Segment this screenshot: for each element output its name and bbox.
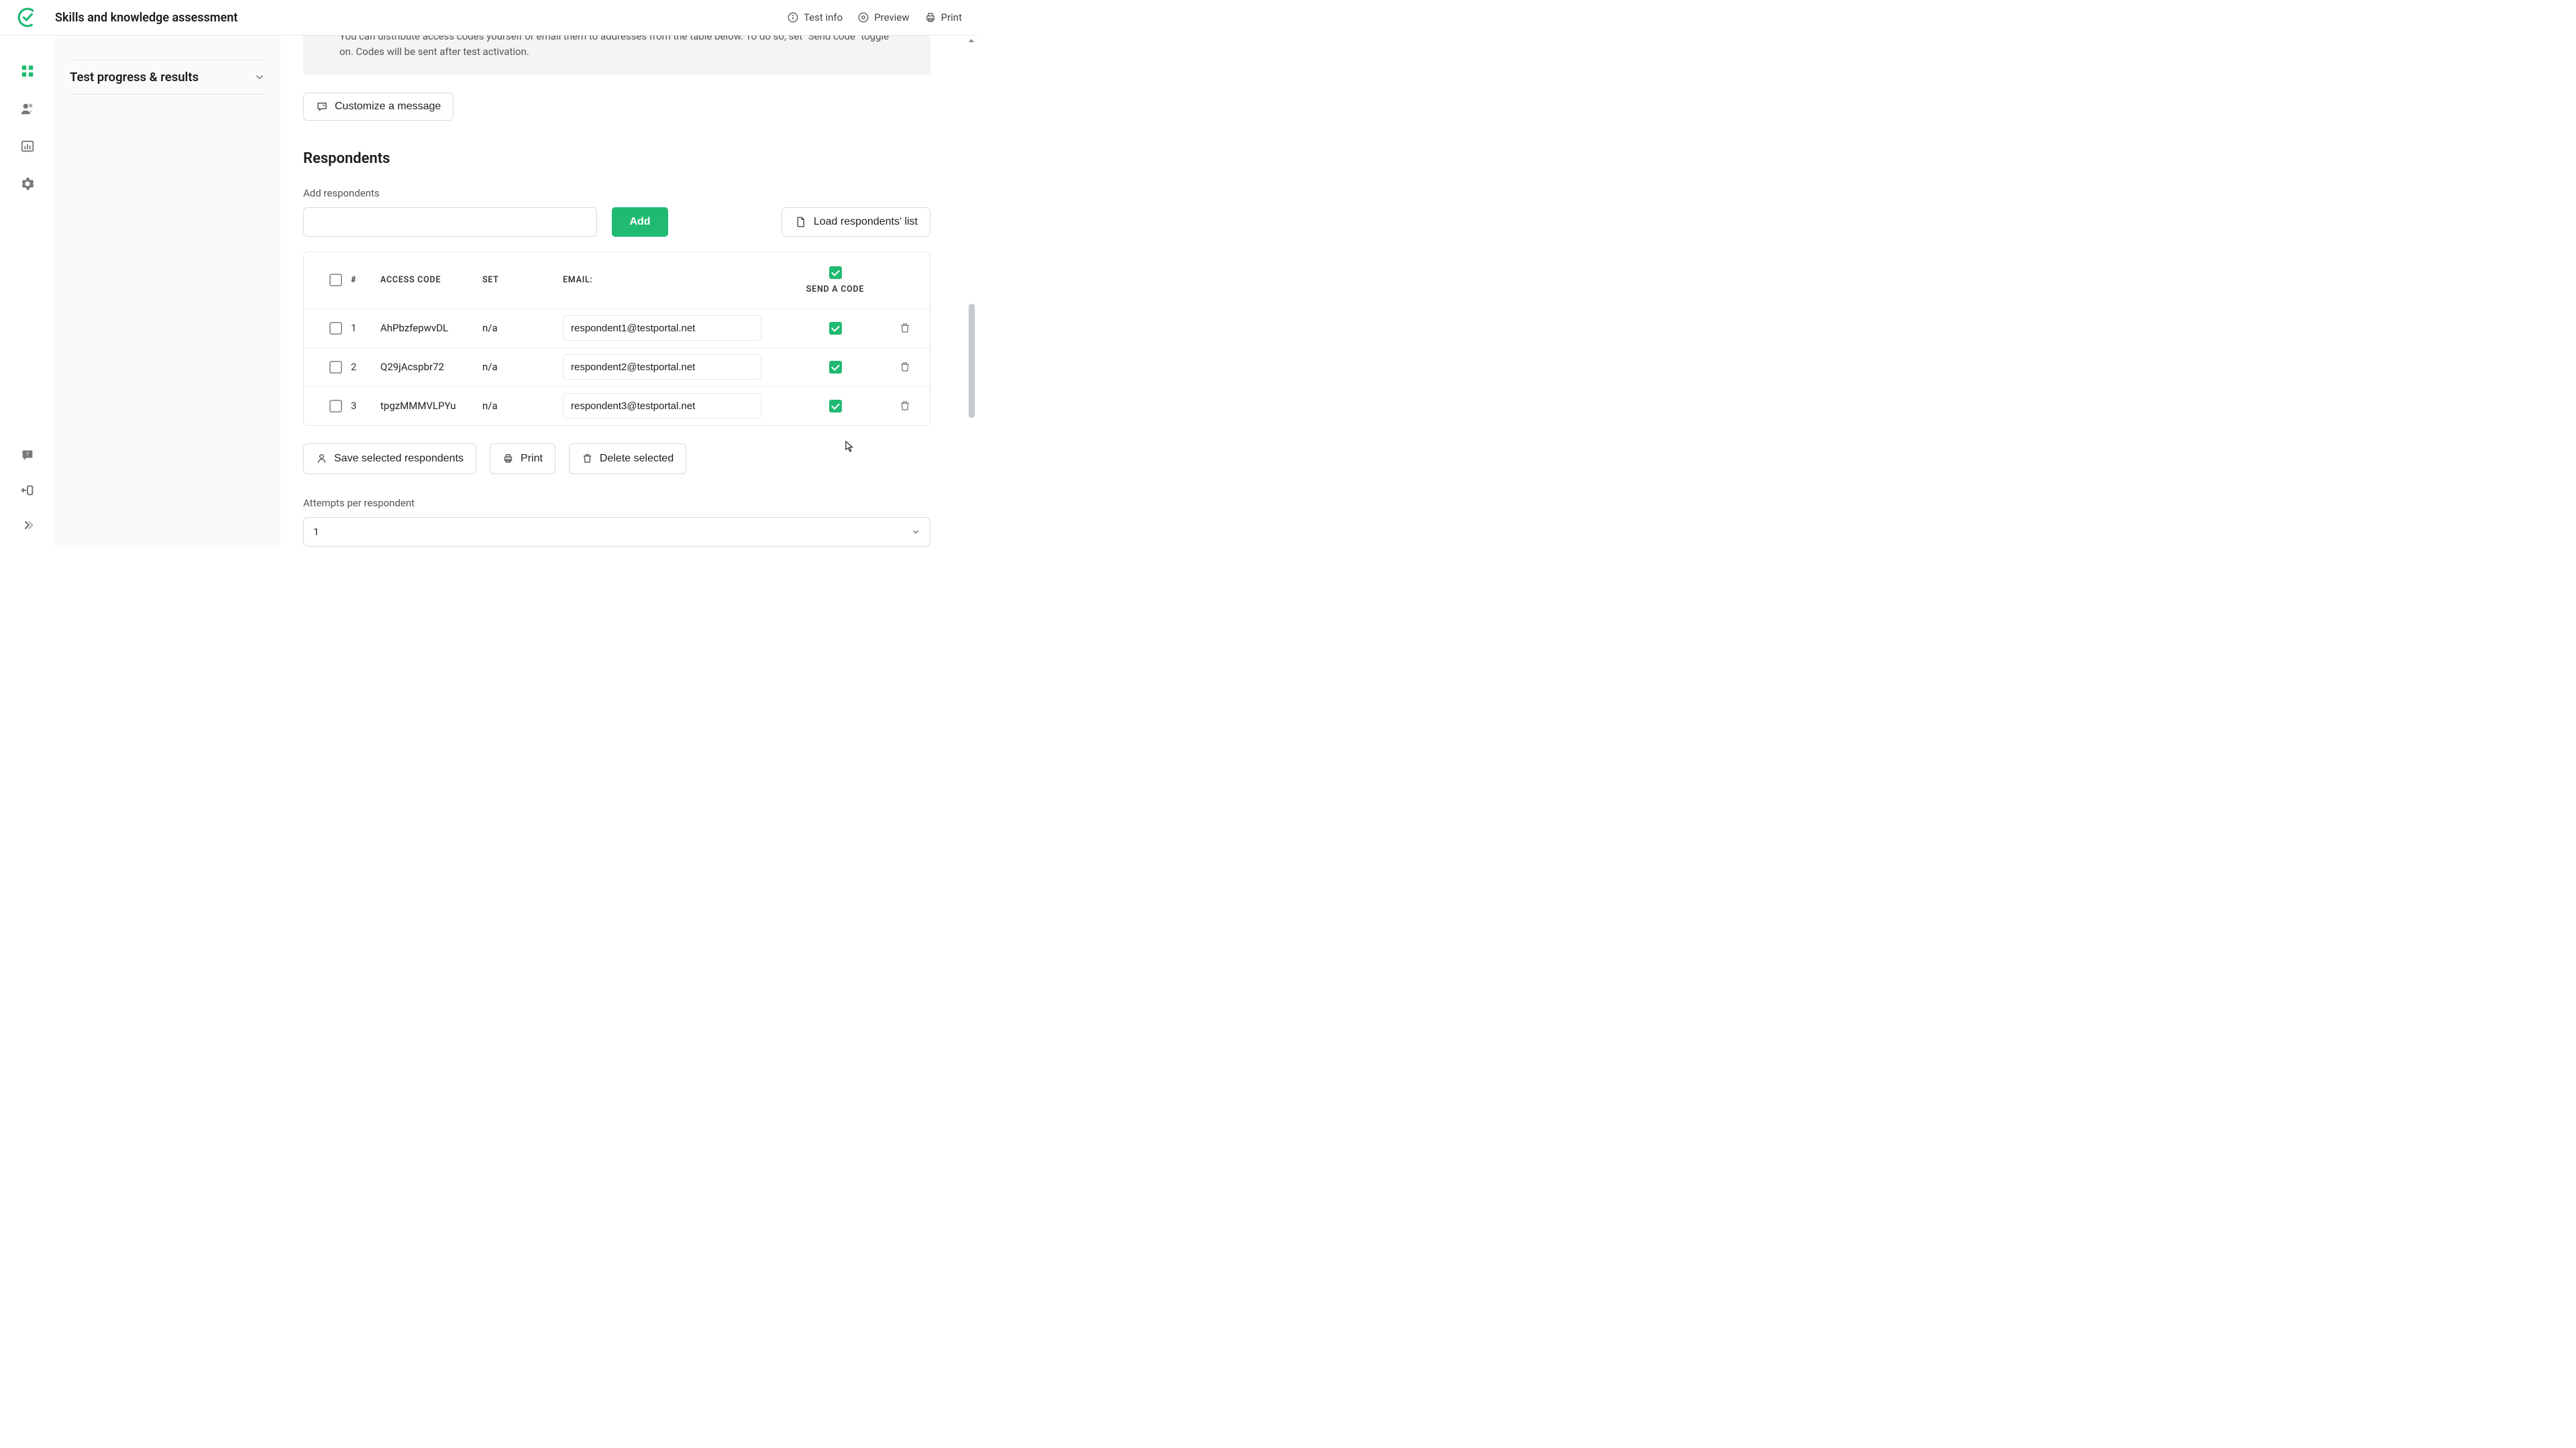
- eye-icon: [857, 11, 869, 23]
- header-code: ACCESS CODE: [380, 275, 482, 285]
- top-header: Skills and knowledge assessment Test inf…: [0, 0, 977, 36]
- save-selected-button[interactable]: Save selected respondents: [303, 443, 476, 474]
- row-code: tpgzMMMVLPYu: [380, 400, 482, 412]
- trash-icon: [582, 453, 593, 464]
- gear-icon[interactable]: [20, 176, 35, 191]
- header-actions: Test info Preview Print: [787, 11, 977, 23]
- row-send-checkbox[interactable]: [829, 361, 842, 374]
- print-icon: [502, 453, 514, 464]
- send-all-checkbox[interactable]: [829, 266, 842, 279]
- respondents-heading: Respondents: [303, 150, 930, 167]
- load-list-button[interactable]: Load respondents' list: [782, 207, 930, 237]
- trash-icon[interactable]: [899, 400, 911, 412]
- row-checkbox[interactable]: [329, 361, 342, 374]
- save-selected-label: Save selected respondents: [334, 453, 464, 465]
- row-send-checkbox[interactable]: [829, 400, 842, 412]
- header-send: SEND A CODE: [806, 284, 864, 294]
- row-send-checkbox[interactable]: [829, 322, 842, 335]
- trash-icon[interactable]: [899, 361, 911, 373]
- svg-text:?: ?: [26, 451, 29, 458]
- banner-line2: on. Codes will be sent after test activa…: [339, 44, 904, 60]
- preview-label: Preview: [874, 11, 909, 23]
- scroll-up-icon[interactable]: [967, 36, 975, 45]
- dashboard-icon[interactable]: [20, 64, 35, 78]
- row-code: AhPbzfepwvDL: [380, 322, 482, 334]
- logo-icon: [17, 7, 38, 28]
- row-idx: 1: [351, 322, 380, 334]
- test-info-button[interactable]: Test info: [787, 11, 843, 23]
- print-icon: [924, 11, 936, 23]
- info-banner: You can distribute access codes yourself…: [303, 36, 930, 75]
- header-idx: #: [351, 275, 380, 285]
- row-email-input[interactable]: [563, 393, 761, 419]
- attempts-label: Attempts per respondent: [303, 497, 930, 509]
- nav-rail: ?: [0, 36, 55, 547]
- attempts-value: 1: [313, 526, 319, 538]
- message-icon: [316, 101, 328, 113]
- attempts-select[interactable]: 1: [303, 517, 930, 547]
- chart-icon[interactable]: [20, 139, 35, 154]
- chevron-down-icon: [254, 71, 266, 83]
- row-checkbox[interactable]: [329, 400, 342, 412]
- scrollbar[interactable]: [967, 36, 975, 547]
- delete-selected-label: Delete selected: [600, 453, 674, 465]
- person-icon: [316, 453, 327, 464]
- table-row: 3 tpgzMMMVLPYu n/a: [304, 386, 930, 425]
- nav-bottom: ?: [20, 448, 35, 547]
- table-row: 1 AhPbzfepwvDL n/a: [304, 309, 930, 347]
- sidebar-section-progress[interactable]: Test progress & results: [70, 60, 266, 95]
- test-info-label: Test info: [804, 11, 843, 23]
- people-icon[interactable]: [20, 101, 35, 116]
- row-set: n/a: [482, 400, 563, 412]
- row-set: n/a: [482, 361, 563, 373]
- banner-line1: You can distribute access codes yourself…: [339, 36, 904, 44]
- preview-button[interactable]: Preview: [857, 11, 909, 23]
- print-table-label: Print: [521, 453, 543, 465]
- add-respondent-row: Add Load respondents' list: [303, 207, 930, 237]
- logout-icon[interactable]: [20, 483, 35, 498]
- print-table-button[interactable]: Print: [490, 443, 555, 474]
- expand-icon[interactable]: [20, 518, 35, 533]
- header-email: EMAIL:: [563, 275, 786, 285]
- main-content: You can distribute access codes yourself…: [280, 36, 977, 547]
- sidebar-label: Test progress & results: [70, 70, 199, 85]
- row-idx: 3: [351, 400, 380, 412]
- print-button[interactable]: Print: [924, 11, 962, 23]
- respondents-table: # ACCESS CODE SET EMAIL: SEND A CODE 1 A…: [303, 252, 930, 426]
- help-icon[interactable]: ?: [20, 448, 35, 463]
- table-header-row: # ACCESS CODE SET EMAIL: SEND A CODE: [304, 252, 930, 309]
- logo-slot: [0, 7, 55, 28]
- row-email-input[interactable]: [563, 315, 761, 341]
- file-icon: [794, 216, 806, 228]
- row-set: n/a: [482, 322, 563, 334]
- print-label: Print: [941, 11, 962, 23]
- row-idx: 2: [351, 361, 380, 373]
- add-button[interactable]: Add: [612, 207, 668, 237]
- page-title: Skills and knowledge assessment: [55, 11, 237, 25]
- header-set: SET: [482, 275, 563, 285]
- add-respondent-input[interactable]: [303, 207, 597, 237]
- row-checkbox[interactable]: [329, 322, 342, 335]
- sidebar-panel: Test progress & results: [55, 36, 280, 547]
- select-all-checkbox[interactable]: [329, 274, 342, 286]
- row-code: Q29jAcspbr72: [380, 361, 482, 373]
- customize-message-button[interactable]: Customize a message: [303, 93, 453, 121]
- table-row: 2 Q29jAcspbr72 n/a: [304, 347, 930, 386]
- delete-selected-button[interactable]: Delete selected: [569, 443, 686, 474]
- scrollbar-thumb[interactable]: [969, 304, 975, 418]
- load-list-label: Load respondents' list: [814, 216, 918, 228]
- trash-icon[interactable]: [899, 322, 911, 334]
- customize-label: Customize a message: [335, 101, 441, 113]
- info-icon: [787, 11, 799, 23]
- row-email-input[interactable]: [563, 354, 761, 380]
- table-actions: Save selected respondents Print Delete s…: [303, 443, 930, 474]
- add-respondents-label: Add respondents: [303, 187, 930, 199]
- chevron-down-icon: [911, 527, 920, 537]
